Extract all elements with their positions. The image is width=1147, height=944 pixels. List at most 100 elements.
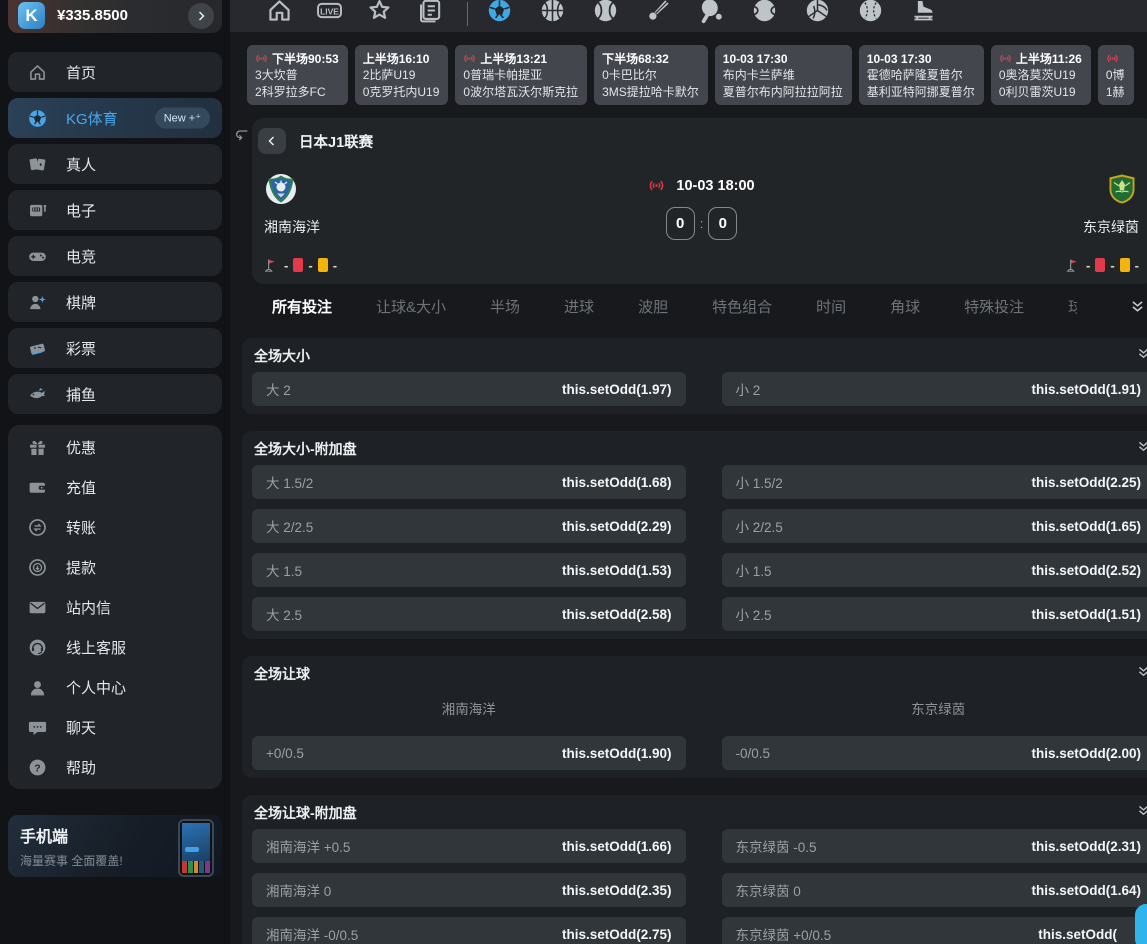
sport-basketball-icon[interactable] <box>539 0 566 24</box>
bet-option[interactable]: 东京绿茵 0this.setOdd(1.64) <box>722 873 1147 907</box>
live-match-card[interactable]: 0博1赫 <box>1098 45 1134 105</box>
sport-volleyball-icon[interactable] <box>804 0 831 24</box>
sidebar-item-lottery[interactable]: 彩票 <box>8 328 222 368</box>
away-team-stats: --- <box>1066 256 1139 274</box>
tab-9[interactable]: 球 <box>1068 296 1077 317</box>
sidebar-item-fish[interactable]: 捕鱼 <box>8 374 222 414</box>
sidebar-item-slot[interactable]: 电子 <box>8 190 222 230</box>
tab-7[interactable]: 角球 <box>890 296 920 317</box>
sidebar-item-service[interactable]: 线上客服 <box>8 627 222 667</box>
sport-tennis-icon[interactable] <box>751 0 778 24</box>
bet-option[interactable]: 小 2.5this.setOdd(1.51) <box>722 597 1147 631</box>
expand-balance-button[interactable] <box>188 3 214 29</box>
sport-soccer-icon[interactable] <box>486 0 513 24</box>
sport-skate-icon[interactable] <box>910 0 937 24</box>
sport-baseball-icon[interactable] <box>592 0 619 24</box>
bet-option[interactable]: 湘南海洋 +0.5this.setOdd(1.66) <box>252 829 686 863</box>
match-time: 下半场68:32 <box>602 50 699 67</box>
sidebar-item-transfer[interactable]: 转账 <box>8 507 222 547</box>
bet-option[interactable]: 大 1.5this.setOdd(1.53) <box>252 553 686 587</box>
live-match-card[interactable]: 上半场13:210普瑞卡帕提亚0波尔塔瓦沃尔斯克拉 <box>455 45 587 105</box>
sidebar-item-user[interactable]: 个人中心 <box>8 667 222 707</box>
soccer-icon <box>27 108 48 129</box>
away-line: 夏普尔布内阿拉拉阿拉 <box>723 84 843 101</box>
tab-0[interactable]: 所有投注 <box>272 296 332 317</box>
bet-option-odd: this.setOdd(2.25) <box>1031 475 1141 490</box>
sidebar-item-gift[interactable]: 优惠 <box>8 427 222 467</box>
bet-option[interactable]: 小 2this.setOdd(1.91) <box>722 372 1147 406</box>
sport-badminton-icon[interactable] <box>645 0 672 24</box>
topbar-star-icon[interactable] <box>365 0 394 25</box>
sport-cricket-icon[interactable] <box>857 0 884 24</box>
expand-section-icon[interactable] <box>1136 664 1147 679</box>
sidebar-item-chess[interactable]: 棋牌 <box>8 282 222 322</box>
live-match-card[interactable]: 10-03 17:30布内卡兰萨维夏普尔布内阿拉拉阿拉 <box>715 45 852 105</box>
sidebar-item-help[interactable]: ?帮助 <box>8 747 222 787</box>
sidebar-item-label: 电竞 <box>66 246 96 267</box>
expand-section-icon[interactable] <box>1136 803 1147 818</box>
live-broadcast-icon <box>999 52 1012 65</box>
bet-option[interactable]: +0/0.5this.setOdd(1.90) <box>252 736 686 770</box>
sidebar-item-cards[interactable]: 真人 <box>8 144 222 184</box>
tab-3[interactable]: 进球 <box>564 296 594 317</box>
bet-section: 全场让球-附加盘湘南海洋 +0.5this.setOdd(1.66)东京绿茵 -… <box>242 795 1147 944</box>
sport-table-tennis-icon[interactable] <box>698 0 725 24</box>
expand-section-icon[interactable] <box>1136 346 1147 361</box>
sidebar-item-label: 个人中心 <box>66 677 126 698</box>
bet-option[interactable]: 大 2this.setOdd(1.97) <box>252 372 686 406</box>
bet-option-odd: this.setOdd( <box>1038 927 1141 942</box>
betslip-fab[interactable] <box>1135 904 1147 944</box>
sidebar-item-withdraw[interactable]: 提款 <box>8 547 222 587</box>
bet-option[interactable]: 湘南海洋 0this.setOdd(2.35) <box>252 873 686 907</box>
mobile-app-promo[interactable]: 手机端 海量赛事 全面覆盖! <box>8 815 222 877</box>
bet-option[interactable]: 大 2.5this.setOdd(2.58) <box>252 597 686 631</box>
bet-option[interactable]: 湘南海洋 -0/0.5this.setOdd(2.75) <box>252 917 686 944</box>
bet-option[interactable]: -0/0.5this.setOdd(2.00) <box>722 736 1147 770</box>
bet-option[interactable]: 东京绿茵 -0.5this.setOdd(2.31) <box>722 829 1147 863</box>
topbar-home-icon[interactable] <box>265 0 294 25</box>
bet-section-title: 全场大小 <box>252 346 1147 366</box>
expand-section-icon[interactable] <box>1136 439 1147 454</box>
sidebar-item-gamepad[interactable]: 电竞 <box>8 236 222 276</box>
bet-rows: 大 1.5/2this.setOdd(1.68) 小 1.5/2this.setO… <box>252 465 1147 631</box>
match-time: 上半场13:21 <box>463 50 578 67</box>
sidebar-item-soccer[interactable]: KG体育New +⁺ <box>8 98 222 138</box>
match-time-text: 上半场13:21 <box>480 50 547 67</box>
live-match-card[interactable]: 上半场11:260奥洛莫茨U190利贝雷茨U19 <box>991 45 1091 105</box>
tab-2[interactable]: 半场 <box>490 296 520 317</box>
bet-option[interactable]: 大 2/2.5this.setOdd(2.29) <box>252 509 686 543</box>
sidebar-item-home[interactable]: 首页 <box>8 52 222 92</box>
away-line: 2科罗拉多FC <box>255 84 339 101</box>
sidebar-item-wallet[interactable]: 充值 <box>8 467 222 507</box>
bet-option[interactable]: 小 1.5/2this.setOdd(2.25) <box>722 465 1147 499</box>
bet-option-odd: this.setOdd(1.53) <box>562 563 672 578</box>
back-button[interactable] <box>258 128 286 154</box>
sidebar-item-label: 帮助 <box>66 757 96 778</box>
cards-icon <box>27 154 48 175</box>
tab-6[interactable]: 时间 <box>816 296 846 317</box>
bet-option[interactable]: 小 2/2.5this.setOdd(1.65) <box>722 509 1147 543</box>
bet-option[interactable]: 大 1.5/2this.setOdd(1.68) <box>252 465 686 499</box>
match-center: 10-03 18:00 0 : 0 <box>554 172 849 274</box>
live-match-card[interactable]: 上半场16:102比萨U190克罗托内U19 <box>355 45 449 105</box>
topbar-news-icon[interactable] <box>415 0 444 25</box>
bet-option[interactable]: 东京绿茵 +0/0.5this.setOdd( <box>722 917 1147 944</box>
tab-4[interactable]: 波胆 <box>638 296 668 317</box>
live-match-card[interactable]: 10-03 17:30霍德哈萨隆夏普尔基利亚特阿挪夏普尔 <box>859 45 984 105</box>
bet-option-label: 湘南海洋 -0/0.5 <box>266 924 358 944</box>
live-match-card[interactable]: 下半场68:320卡巴比尔3MS提拉哈卡默尔 <box>594 45 708 105</box>
sidebar-item-chat[interactable]: 聊天 <box>8 707 222 747</box>
bet-option[interactable]: 小 1.5this.setOdd(2.52) <box>722 553 1147 587</box>
sidebar-item-mail[interactable]: 站内信 <box>8 587 222 627</box>
tab-1[interactable]: 让球&大小 <box>376 296 446 317</box>
sidebar-item-label: 捕鱼 <box>66 384 96 405</box>
gift-icon <box>27 437 48 458</box>
balance-amount: ¥335.8500 <box>57 7 188 24</box>
topbar-live-icon[interactable]: LIVE <box>315 0 344 25</box>
home-score: 0 <box>666 207 695 240</box>
tab-5[interactable]: 特色组合 <box>712 296 772 317</box>
tab-8[interactable]: 特殊投注 <box>964 296 1024 317</box>
chevron-right-icon <box>195 10 207 22</box>
more-tabs-icon[interactable] <box>1129 298 1146 315</box>
live-match-card[interactable]: 下半场90:533大坎普2科罗拉多FC <box>247 45 348 105</box>
